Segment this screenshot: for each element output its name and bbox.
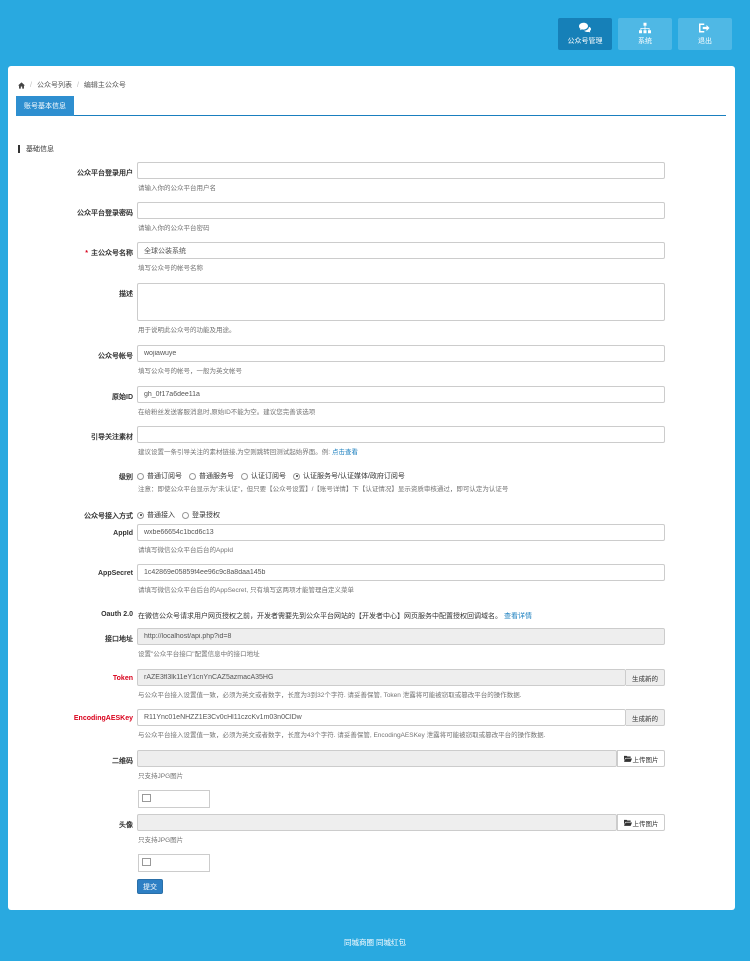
name-help: 填写公众号的帐号名称 bbox=[138, 265, 203, 272]
nav-wechat-manage[interactable]: 公众号管理 bbox=[558, 18, 612, 50]
top-nav: 公众号管理 系统 退出 bbox=[558, 18, 732, 50]
avatar-path-input[interactable] bbox=[137, 814, 617, 831]
breadcrumb-item-list[interactable]: 公众号列表 bbox=[37, 80, 72, 90]
aeskey-label: EncodingAESKey bbox=[73, 715, 133, 722]
avatar-upload-button[interactable]: 上传图片 bbox=[617, 814, 665, 831]
aeskey-help: 与公众平台接入设置值一致，必须为英文或者数字，长度为43个字符. 请妥善保管, … bbox=[138, 732, 546, 739]
oauth-text: 在微信公众号请求用户网页授权之前，开发者需要先到公众平台网站的【开发者中心】网页… bbox=[138, 613, 532, 620]
description-label: 描述 bbox=[119, 291, 133, 298]
nav-logout[interactable]: 退出 bbox=[678, 18, 732, 50]
guide-help-link[interactable]: 点击查看 bbox=[332, 449, 358, 456]
username-help: 请输入你的公众平台用户名 bbox=[138, 185, 216, 192]
qrcode-help: 只支持JPG图片 bbox=[138, 773, 184, 780]
required-mark: * bbox=[85, 250, 88, 257]
token-help: 与公众平台接入设置值一致，必须为英文或者数字，长度为3到32个字符. 请妥善保管… bbox=[138, 692, 522, 699]
description-textarea[interactable] bbox=[137, 283, 665, 321]
original-id-input[interactable] bbox=[137, 386, 665, 403]
access-radio-1[interactable]: 登录授权 bbox=[182, 510, 220, 520]
nav-label: 公众号管理 bbox=[567, 38, 603, 45]
qrcode-path-input[interactable] bbox=[137, 750, 617, 767]
token-label: Token bbox=[112, 675, 133, 682]
api-url-input[interactable] bbox=[137, 628, 665, 645]
level-label: 级别 bbox=[119, 474, 133, 481]
appid-label: AppId bbox=[113, 530, 133, 537]
qrcode-label: 二维码 bbox=[112, 758, 133, 765]
level-radio-1[interactable]: 普通服务号 bbox=[189, 471, 234, 481]
nav-system[interactable]: 系统 bbox=[618, 18, 672, 50]
oauth-label: Oauth 2.0 bbox=[101, 611, 133, 618]
access-label: 公众号接入方式 bbox=[84, 513, 133, 520]
tab-bar: 账号基本信息 bbox=[16, 96, 726, 116]
original-id-label: 原始ID bbox=[112, 394, 133, 401]
name-label: * 主公众号名称 bbox=[85, 250, 133, 257]
avatar-help: 只支持JPG图片 bbox=[138, 837, 184, 844]
password-help: 请输入你的公众平台密码 bbox=[138, 225, 210, 232]
username-input[interactable] bbox=[137, 162, 665, 179]
folder-open-icon bbox=[623, 819, 632, 826]
appsecret-label: AppSecret bbox=[97, 570, 133, 577]
token-input[interactable] bbox=[137, 669, 626, 686]
sitemap-icon bbox=[639, 22, 651, 34]
token-generate-button[interactable]: 生成新的 bbox=[626, 669, 665, 686]
oauth-detail-link[interactable]: 查看详情 bbox=[504, 613, 532, 620]
access-radio-0[interactable]: 普通接入 bbox=[137, 510, 175, 520]
appsecret-input[interactable] bbox=[137, 564, 665, 581]
sign-out-icon bbox=[699, 23, 710, 33]
level-radio-group: 普通订阅号 普通服务号 认证订阅号 认证服务号/认证媒体/政府订阅号 bbox=[137, 471, 412, 481]
appsecret-help: 请填写微信公众平台后台的AppSecret, 只有填写这两项才能管理自定义菜单 bbox=[138, 587, 354, 594]
aeskey-input[interactable] bbox=[137, 709, 626, 726]
access-radio-group: 普通接入 登录授权 bbox=[137, 510, 227, 520]
broken-image-icon bbox=[142, 858, 151, 866]
original-id-help: 在给粉丝发送客服消息时,原始ID不能为空。建议您完善该选项 bbox=[138, 409, 316, 416]
api-url-help: 设置"公众平台接口"配置信息中的接口地址 bbox=[138, 651, 260, 658]
appid-input[interactable] bbox=[137, 524, 665, 541]
tab-basic-info[interactable]: 账号基本信息 bbox=[16, 96, 74, 116]
footer-text[interactable]: 同城商圈 同城红包 bbox=[0, 937, 750, 948]
account-input[interactable] bbox=[137, 345, 665, 362]
level-radio-3[interactable]: 认证服务号/认证媒体/政府订阅号 bbox=[293, 471, 405, 481]
home-icon[interactable] bbox=[18, 81, 25, 89]
guide-input[interactable] bbox=[137, 426, 665, 443]
broken-image-icon bbox=[142, 794, 151, 802]
name-input[interactable] bbox=[137, 242, 665, 259]
main-panel: / 公众号列表 / 编辑主公众号 账号基本信息 基础信息 公众平台登录用户 请输… bbox=[8, 66, 735, 910]
username-label: 公众平台登录用户 bbox=[77, 170, 133, 177]
appid-help: 请填写微信公众平台后台的AppId bbox=[138, 547, 233, 554]
guide-label: 引导关注素材 bbox=[91, 434, 133, 441]
qrcode-upload-button[interactable]: 上传图片 bbox=[617, 750, 665, 767]
aeskey-generate-button[interactable]: 生成新的 bbox=[626, 709, 665, 726]
breadcrumb-item-current: 编辑主公众号 bbox=[83, 82, 126, 89]
qrcode-preview bbox=[138, 790, 210, 808]
account-help: 填写公众号的帐号，一般为英文帐号 bbox=[138, 368, 242, 375]
level-radio-2[interactable]: 认证订阅号 bbox=[241, 471, 286, 481]
nav-label: 退出 bbox=[698, 38, 712, 45]
nav-label: 系统 bbox=[638, 38, 652, 45]
password-input[interactable] bbox=[137, 202, 665, 219]
submit-button[interactable]: 提交 bbox=[137, 879, 163, 894]
description-help: 用于说明此公众号的功能及用途。 bbox=[138, 327, 236, 334]
password-label: 公众平台登录密码 bbox=[77, 210, 133, 217]
avatar-preview bbox=[138, 854, 210, 872]
level-help: 注意：即使公众平台显示为"未认证"，但只要【公众号设置】/【账号详情】下【认证情… bbox=[138, 486, 509, 493]
level-radio-0[interactable]: 普通订阅号 bbox=[137, 471, 182, 481]
section-title: 基础信息 bbox=[18, 144, 54, 154]
breadcrumb: / 公众号列表 / 编辑主公众号 bbox=[18, 80, 126, 90]
guide-help: 建议设置一条引导关注的素材链接,为空则跳转回测试起始界面。例: 点击查看 bbox=[138, 449, 358, 456]
avatar-label: 头像 bbox=[119, 822, 133, 829]
folder-open-icon bbox=[623, 755, 632, 762]
api-url-label: 接口地址 bbox=[105, 636, 133, 643]
account-label: 公众号帐号 bbox=[98, 353, 133, 360]
comments-icon bbox=[579, 22, 591, 33]
